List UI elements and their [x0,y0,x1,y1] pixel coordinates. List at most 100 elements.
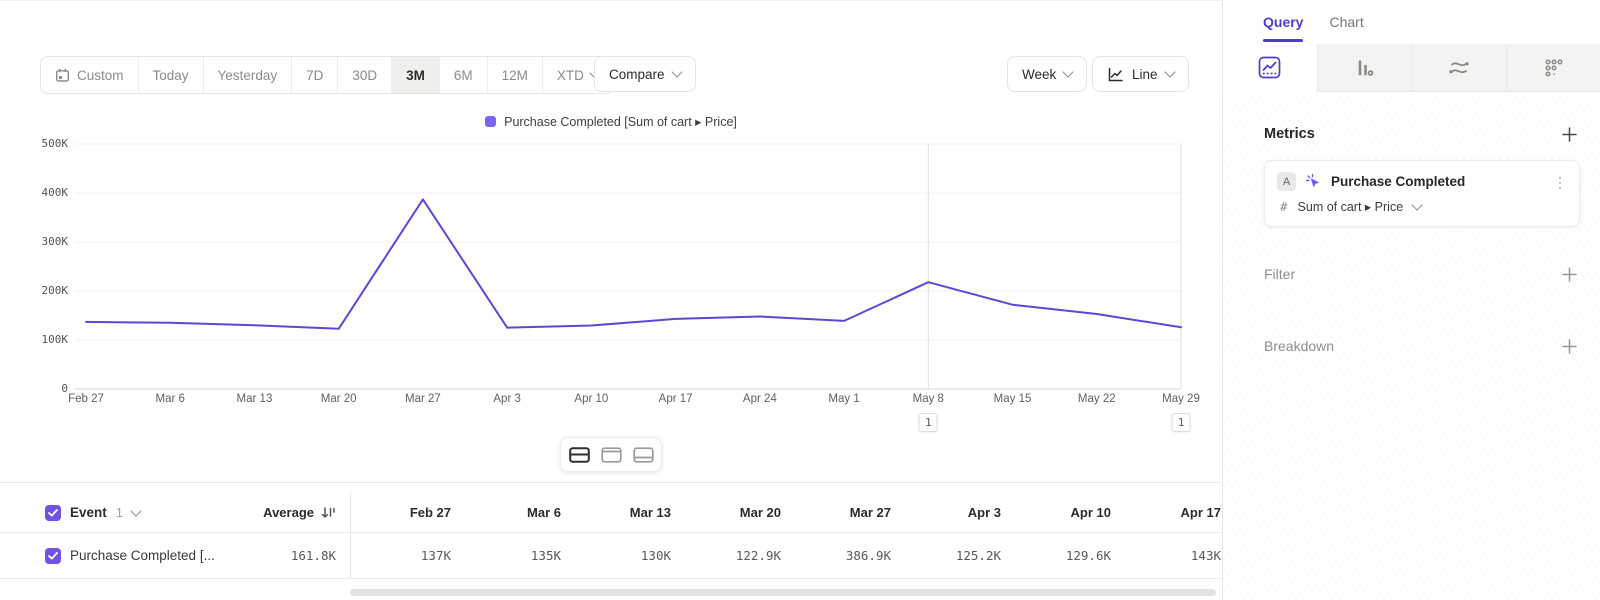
chart-type-switcher [1223,44,1600,92]
date-column-header[interactable]: Mar 13 [570,505,680,520]
x-tick-label: Mar 13 [237,393,273,405]
date-column-header[interactable]: Apr 17 [1120,505,1230,520]
line-chart[interactable] [75,144,1181,389]
retention-icon [1542,57,1564,79]
legend-label: Purchase Completed [Sum of cart ▸ Price] [504,114,737,129]
value-cell: 122.9K [680,548,790,563]
x-tick-label: Mar 27 [405,393,441,405]
x-tick-label: Apr 3 [493,393,521,405]
query-panel: Query Chart [1223,0,1600,600]
x-tick-label: Apr 10 [574,393,608,405]
table-header-row: Event 1 Average Feb 27Mar 6Mar 13Mar 20M… [0,493,1230,533]
metric-series-badge: A [1277,172,1296,191]
table-only-icon [633,447,654,463]
view-chart-only-button[interactable] [596,441,626,468]
add-metric-button[interactable] [1561,126,1578,143]
chart-type-button[interactable]: Line [1092,56,1189,92]
table-header-left: Event 1 Average [0,505,350,521]
y-tick-label: 400K [24,186,68,199]
flow-icon [1447,57,1471,79]
view-toggle-group [560,437,662,472]
chevron-down-icon [1411,199,1422,210]
numeric-property-icon: # [1280,199,1288,214]
table-divider [0,482,1223,483]
average-column-label: Average [263,505,314,520]
event-spark-icon [1305,173,1322,190]
range-custom[interactable]: Custom [41,57,138,93]
metric-card[interactable]: A Purchase Completed ⋮ # Sum of cart ▸ P… [1264,160,1580,227]
value-cell: 386.9K [790,548,900,563]
annotation-count-badge[interactable]: 1 [919,413,938,432]
chart-type-retention[interactable] [1506,44,1600,92]
row-label: Purchase Completed [... [70,548,215,563]
granularity-button[interactable]: Week [1007,56,1087,92]
date-column-header[interactable]: Apr 3 [900,505,1010,520]
filter-title: Filter [1264,266,1295,282]
calendar-icon [55,68,70,83]
y-tick-label: 500K [24,137,68,150]
row-checkbox[interactable] [45,548,61,564]
range-today[interactable]: Today [138,57,203,93]
check-icon [48,552,58,560]
sort-icon[interactable] [321,506,336,520]
panel-tabs: Query Chart [1223,0,1600,44]
date-column-header[interactable]: Apr 10 [1010,505,1120,520]
chart-type-flow[interactable] [1411,44,1506,92]
value-cell: 135K [460,548,570,563]
date-column-header[interactable]: Mar 6 [460,505,570,520]
line-chart-icon [1107,66,1124,83]
table-header-dates: Feb 27Mar 6Mar 13Mar 20Mar 27Apr 3Apr 10… [350,505,1230,520]
add-breakdown-button[interactable] [1561,338,1578,355]
x-tick-label: May 15 [994,393,1032,405]
x-tick-label: Apr 17 [659,393,693,405]
range-label: Today [153,68,189,83]
breakdown-section-header: Breakdown [1264,334,1578,358]
chart-type-line[interactable] [1223,44,1317,92]
date-column-header[interactable]: Feb 27 [350,505,460,520]
y-tick-label: 200K [24,284,68,297]
data-series-line[interactable] [86,199,1181,328]
tab-chart[interactable]: Chart [1329,0,1363,44]
annotation-count-badge[interactable]: 1 [1172,413,1191,432]
range-yesterday[interactable]: Yesterday [203,57,292,93]
x-tick-label: Mar 6 [156,393,185,405]
horizontal-scrollbar[interactable] [350,589,1216,596]
range-30d[interactable]: 30D [337,57,391,93]
view-split-view-button[interactable] [564,441,594,468]
view-table-only-button[interactable] [628,441,658,468]
add-filter-button[interactable] [1561,266,1578,283]
range-label: Custom [77,68,124,83]
x-tick-label: Feb 27 [68,393,104,405]
date-column-header[interactable]: Mar 20 [680,505,790,520]
report-canvas: CustomTodayYesterday7D30D3M6M12MXTD Comp… [0,0,1223,600]
range-3m[interactable]: 3M [391,57,439,93]
split-view-icon [569,447,590,463]
compare-label: Compare [609,67,665,82]
date-range-segmented-control: CustomTodayYesterday7D30D3M6M12MXTD [40,56,614,94]
table-row-values: 137K135K130K122.9K386.9K125.2K129.6K143K [350,548,1230,563]
aggregation-label: Sum of cart ▸ Price [1298,199,1404,214]
granularity-label: Week [1022,67,1056,82]
table-row[interactable]: Purchase Completed [... 161.8K 137K135K1… [0,533,1230,579]
value-cell: 137K [350,548,460,563]
kebab-menu-icon[interactable]: ⋮ [1553,175,1567,189]
range-6m[interactable]: 6M [439,57,487,93]
chevron-down-icon[interactable] [130,505,141,516]
value-cell: 125.2K [900,548,1010,563]
date-column-header[interactable]: Mar 27 [790,505,900,520]
tab-query[interactable]: Query [1263,0,1303,44]
compare-button[interactable]: Compare [594,56,696,92]
row-average-value: 161.8K [291,548,336,563]
range-12m[interactable]: 12M [487,57,542,93]
chart-type-bar[interactable] [1317,44,1412,92]
column-divider [350,493,351,579]
metric-aggregation[interactable]: # Sum of cart ▸ Price [1277,199,1567,214]
x-tick-label: Mar 20 [321,393,357,405]
select-all-checkbox[interactable] [45,505,61,521]
x-tick-label: Apr 24 [743,393,777,405]
x-tick-label: May 22 [1078,393,1116,405]
range-7d[interactable]: 7D [291,57,337,93]
chevron-down-icon [1164,66,1175,77]
y-tick-label: 300K [24,235,68,248]
x-tick-label: May 1 [828,393,859,405]
